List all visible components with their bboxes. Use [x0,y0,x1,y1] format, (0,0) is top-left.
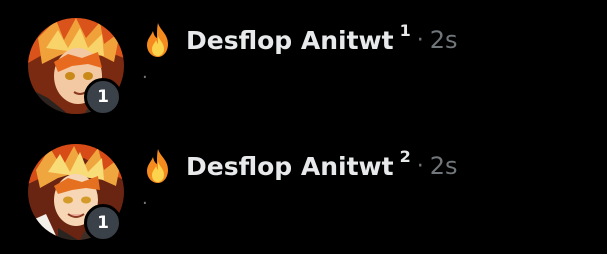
post-header: Desflop Anitwt 2 · 2s [142,146,458,186]
fire-icon [147,149,168,183]
separator-dot: · [416,27,424,53]
avatar-container[interactable]: 1 [28,144,124,242]
post-timestamp[interactable]: 2s [430,26,458,54]
fire-icon [147,23,168,57]
display-name[interactable]: Desflop Anitwt [186,152,394,181]
post-item[interactable]: 1 Desflop Anitwt 1 · 2s . [0,10,607,120]
post-header: Desflop Anitwt 1 · 2s [142,20,458,60]
avatar-count-badge: 1 [84,204,122,242]
name-superscript: 1 [399,20,411,40]
post-timestamp[interactable]: 2s [430,152,458,180]
separator-dot: · [416,153,424,179]
post-item[interactable]: 1 Desflop Anitwt 2 · 2s . [0,136,607,246]
avatar-container[interactable]: 1 [28,18,124,116]
display-name[interactable]: Desflop Anitwt [186,26,394,55]
post-text: . [142,188,148,209]
post-text: . [142,62,148,83]
name-superscript: 2 [399,146,411,166]
avatar-count-badge: 1 [84,78,122,116]
